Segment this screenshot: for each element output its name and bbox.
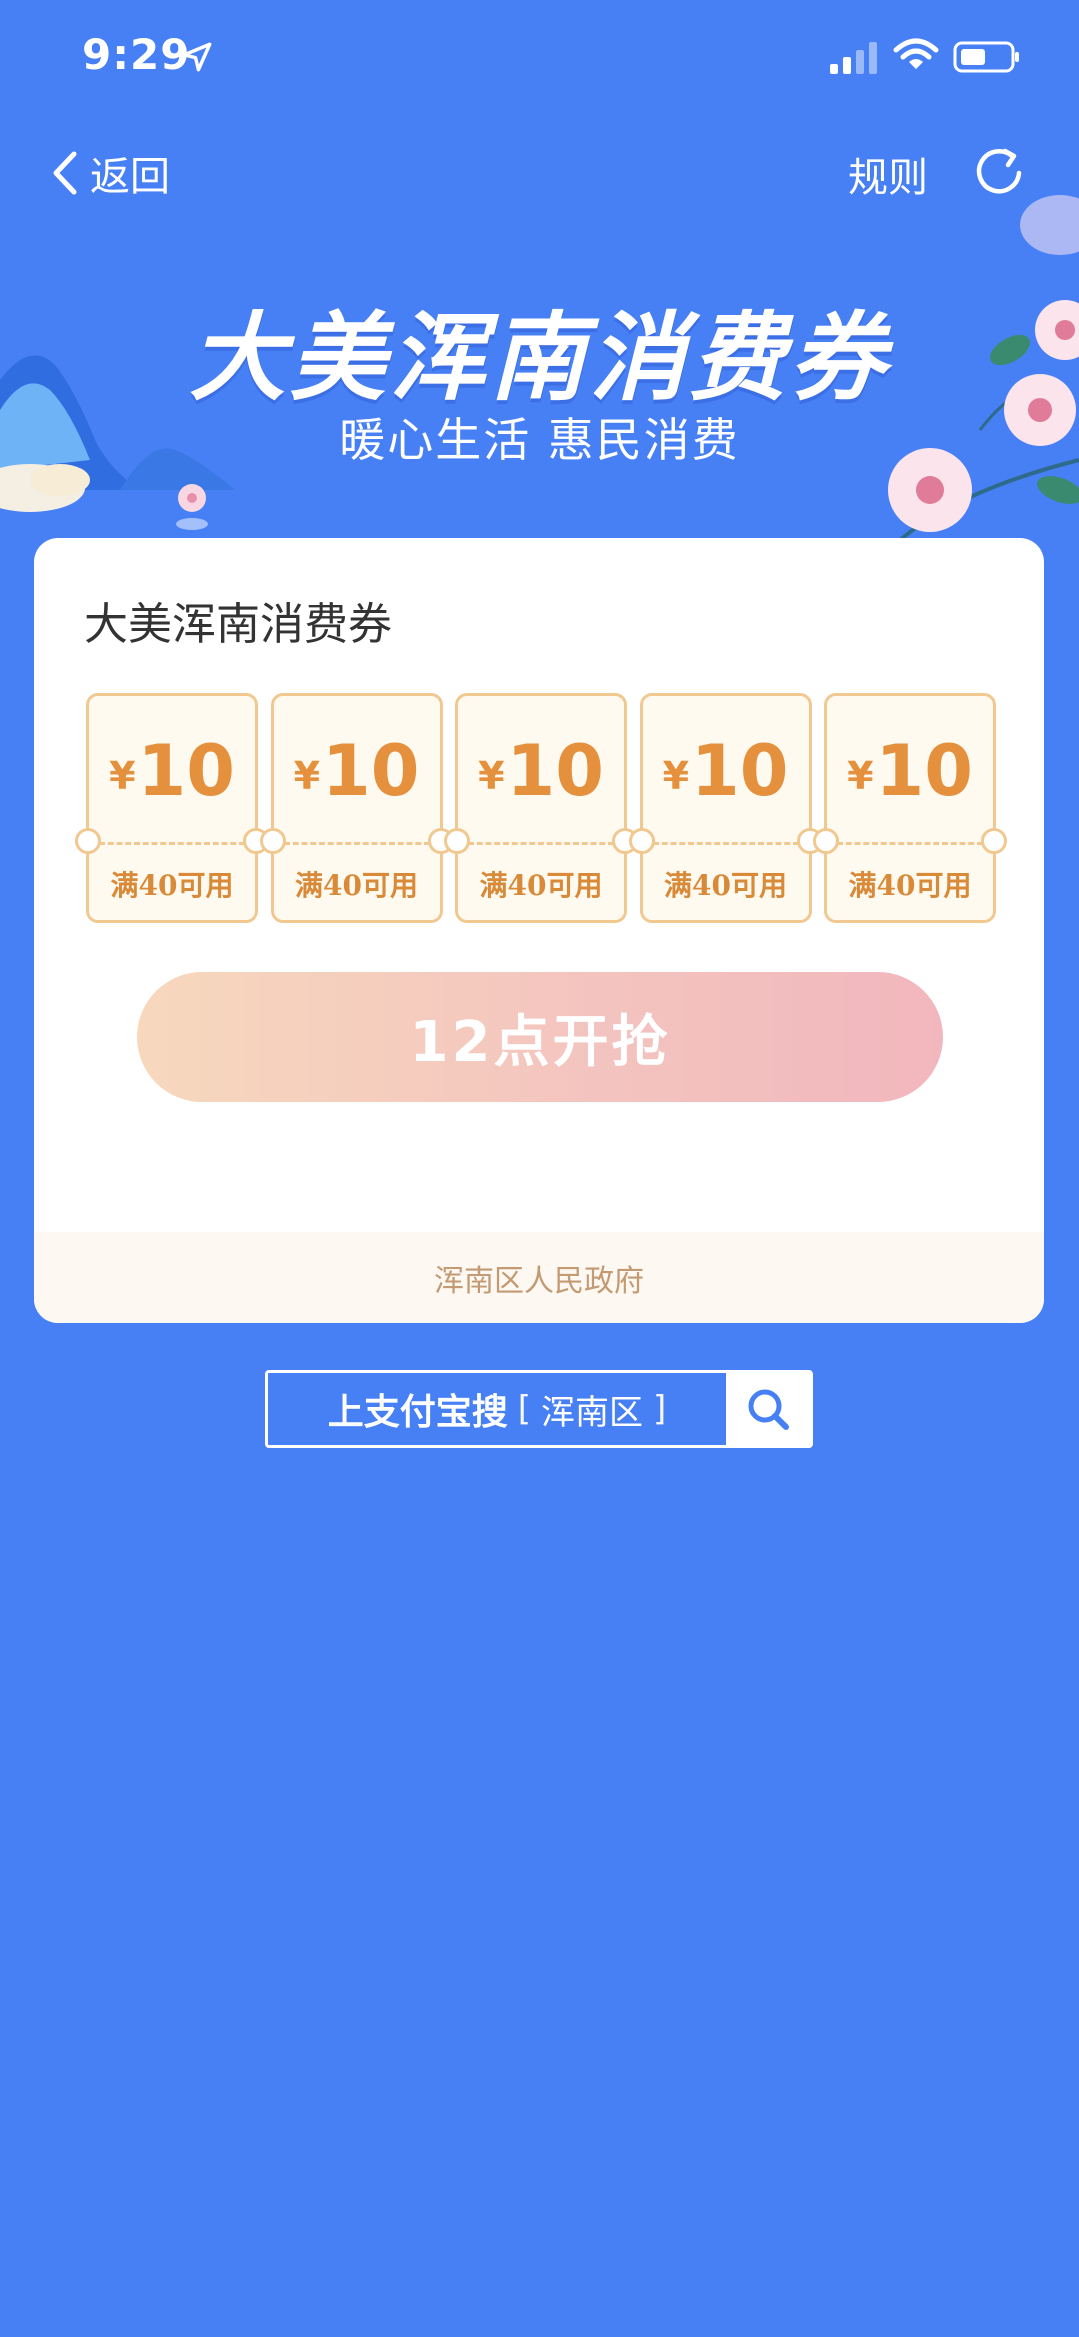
- coupon-divider: [468, 842, 614, 845]
- close-bracket: ]: [653, 1389, 667, 1429]
- coupon-value: 10: [506, 730, 604, 812]
- coupon-notch: [813, 828, 839, 854]
- coupon-value: 10: [691, 730, 789, 812]
- coupon-condition: 满40可用: [479, 869, 603, 902]
- coupon-divider: [652, 842, 799, 845]
- coupon-item: ¥10 满40可用: [75, 693, 269, 923]
- card-footer: 浑南区人民政府: [34, 1232, 1044, 1323]
- coupon-condition: 满40可用: [848, 869, 972, 902]
- coupon-item: ¥10 满40可用: [444, 693, 638, 923]
- issuer-label: 浑南区人民政府: [434, 1263, 644, 1299]
- banner-subtitle: 暖心生活 惠民消费: [339, 413, 740, 467]
- coupon-currency: ¥: [293, 754, 321, 798]
- coupon-divider: [837, 842, 983, 845]
- coupon-notch: [981, 828, 1007, 854]
- coupon-notch: [444, 828, 470, 854]
- status-time: 9:29: [82, 30, 191, 79]
- search-icon: [748, 1389, 789, 1430]
- coupon-notch: [259, 828, 286, 854]
- chevron-left-icon: [53, 151, 77, 195]
- coupon-condition: 满40可用: [295, 869, 418, 902]
- coupon-item: ¥10 满40可用: [628, 693, 823, 923]
- flower-decoration: [176, 484, 208, 530]
- coupon-currency: ¥: [109, 754, 136, 798]
- location-arrow-icon: [182, 42, 212, 72]
- coupon-divider: [99, 842, 245, 845]
- grab-coupon-label: 12点开抢: [409, 1009, 671, 1075]
- coupon-amount: ¥10: [89, 730, 255, 812]
- coupon-item: ¥10 满40可用: [259, 693, 454, 923]
- rules-button[interactable]: 规则: [848, 145, 928, 203]
- coupon-currency: ¥: [847, 754, 874, 798]
- coupon-condition: 满40可用: [110, 869, 234, 902]
- coupon-amount: ¥10: [827, 730, 993, 812]
- signal-icon: [830, 42, 877, 74]
- card-title: 大美浑南消费券: [84, 599, 392, 650]
- coupon-item: ¥10 满40可用: [813, 693, 1007, 923]
- coupon-notch: [628, 828, 655, 854]
- coupon-card: 大美浑南消费券 ¥10 满40可用 ¥10 满40可用 ¥10 满40可用 ¥1…: [34, 538, 1044, 1323]
- banner-title: 大美浑南消费券: [189, 302, 890, 414]
- open-bracket: [: [517, 1389, 531, 1429]
- search-hint-box[interactable]: 上支付宝搜 [ 浑南区 ]: [265, 1370, 813, 1448]
- coupon-amount: ¥10: [274, 730, 440, 812]
- search-hint-text: 上支付宝搜 [ 浑南区 ]: [268, 1373, 726, 1445]
- search-button[interactable]: [726, 1373, 810, 1445]
- coupon-value: 10: [137, 730, 235, 812]
- coupon-currency: ¥: [478, 754, 505, 798]
- back-button[interactable]: 返回: [48, 138, 170, 208]
- coupon-value: 10: [875, 730, 973, 812]
- coupon-list: ¥10 满40可用 ¥10 满40可用 ¥10 满40可用 ¥10 满40可用 …: [75, 693, 1007, 931]
- status-bar: 9:29: [0, 0, 1079, 120]
- coupon-condition: 满40可用: [664, 869, 787, 902]
- coupon-notch: [75, 828, 101, 854]
- coupon-currency: ¥: [662, 754, 690, 798]
- battery-icon: [953, 41, 1019, 73]
- search-prefix: 上支付宝搜: [327, 1392, 508, 1433]
- grab-coupon-button[interactable]: 12点开抢: [137, 972, 943, 1102]
- search-keyword: 浑南区: [541, 1392, 643, 1433]
- wifi-icon: [893, 38, 939, 69]
- coupon-amount: ¥10: [643, 730, 809, 812]
- coupon-divider: [283, 842, 430, 845]
- back-label: 返回: [90, 154, 170, 200]
- coupon-value: 10: [322, 730, 420, 812]
- glow-decoration: [1020, 195, 1079, 255]
- coupon-amount: ¥10: [458, 730, 624, 812]
